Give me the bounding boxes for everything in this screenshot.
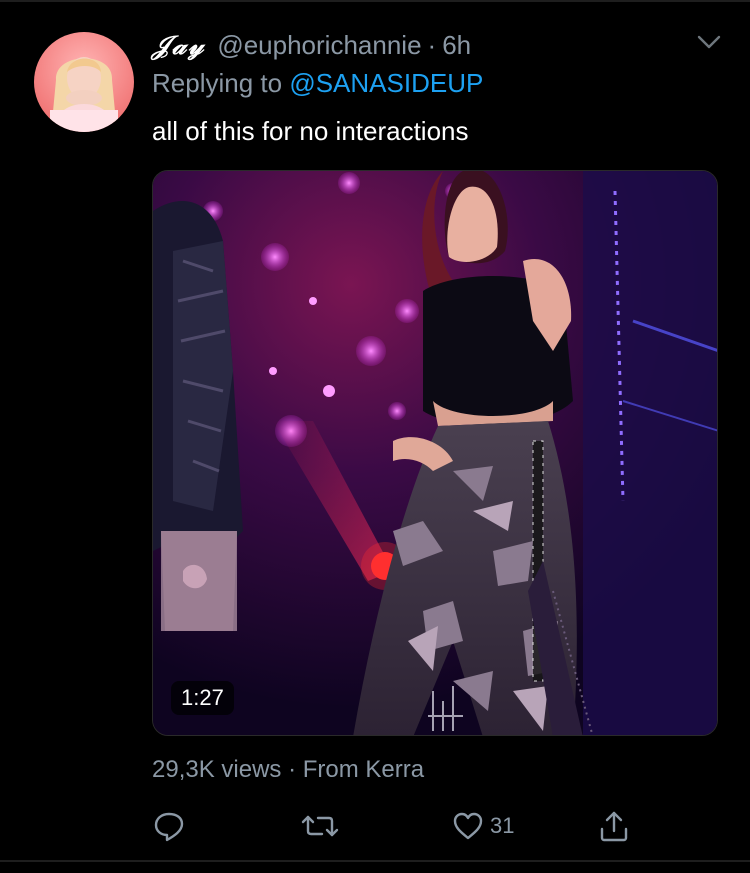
tweet-meta: 29,3K views · From Kerra [152, 756, 424, 784]
replying-to: Replying to @SANASIDEUP [152, 68, 483, 99]
like-count: 31 [490, 813, 515, 838]
top-divider [0, 0, 750, 2]
replying-handle-link[interactable]: @SANASIDEUP [289, 68, 483, 98]
share-button[interactable] [598, 806, 630, 846]
video-player[interactable]: 1:27 [152, 170, 718, 736]
retweet-icon [301, 815, 339, 837]
view-count: 29,3K views [152, 756, 282, 783]
chevron-down-icon[interactable] [694, 30, 724, 54]
replying-prefix: Replying to [152, 68, 283, 98]
avatar-image [34, 32, 134, 132]
avatar[interactable] [34, 32, 134, 132]
tweet-text: all of this for no interactions [152, 116, 469, 146]
reply-icon [154, 812, 184, 842]
action-bar: 31 [0, 806, 750, 846]
media-source[interactable]: From Kerra [303, 756, 424, 783]
display-name[interactable]: 𝒥𝒶𝓎 [152, 31, 205, 62]
bottom-divider [0, 860, 750, 862]
share-icon [600, 811, 628, 842]
reply-button[interactable] [152, 806, 186, 846]
tweet-header: 𝒥𝒶𝓎 @euphorichannie · 6h [152, 30, 471, 66]
timestamp[interactable]: 6h [442, 30, 471, 61]
video-frame [153, 171, 717, 735]
retweet-button[interactable] [300, 806, 340, 846]
video-duration-badge: 1:27 [171, 681, 234, 715]
user-handle[interactable]: @euphorichannie [217, 30, 421, 61]
heart-icon [453, 812, 483, 840]
meta-separator: · [288, 756, 297, 783]
header-separator: · [427, 30, 437, 60]
like-button[interactable]: 31 [452, 806, 514, 846]
